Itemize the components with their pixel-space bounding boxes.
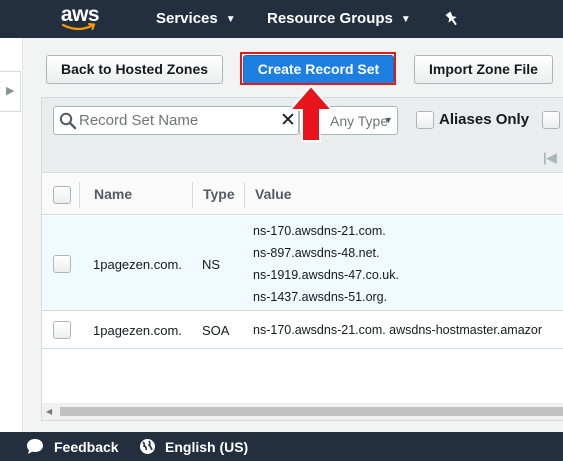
annotation-arrow-icon (288, 84, 334, 142)
select-all-checkbox[interactable] (53, 186, 71, 204)
table-row[interactable]: 1pagezen.com. SOA ns-170.awsdns-21.com. … (42, 312, 563, 349)
aliases-only-checkbox[interactable] (416, 111, 434, 129)
record-name: 1pagezen.com. (93, 323, 182, 338)
chevron-down-icon: ▼ (400, 14, 411, 25)
search-placeholder: Record Set Name (79, 112, 199, 129)
resource-groups-label: Resource Groups (267, 10, 393, 27)
top-nav: aws Services ▼ Resource Groups ▼ (0, 0, 563, 38)
horizontal-scrollbar[interactable]: ◀ (42, 403, 563, 420)
table-header: Name Type Value (42, 174, 563, 215)
import-zone-file-button[interactable]: Import Zone File (414, 55, 553, 84)
row-checkbox[interactable] (53, 321, 71, 339)
footer: Feedback English (US) (0, 432, 563, 461)
chevron-down-icon: ▼ (225, 14, 236, 25)
column-header-name[interactable]: Name (94, 186, 132, 202)
record-value-line: ns-1437.awsdns-51.org. (253, 290, 388, 304)
services-menu[interactable]: Services ▼ (156, 0, 236, 38)
column-header-type[interactable]: Type (203, 186, 235, 202)
language-selector[interactable]: English (US) (165, 439, 248, 455)
globe-icon (140, 439, 155, 454)
caret-down-icon: ▼ (384, 115, 393, 125)
expand-sidebar-toggle[interactable]: ▶ (0, 71, 21, 112)
record-value-line: ns-1919.awsdns-47.co.uk. (253, 268, 399, 282)
column-divider (244, 182, 245, 208)
resource-groups-menu[interactable]: Resource Groups ▼ (267, 0, 411, 38)
search-icon (59, 112, 77, 130)
column-header-value[interactable]: Value (255, 186, 292, 202)
type-filter-value: Any Type (330, 113, 389, 129)
back-to-hosted-zones-button[interactable]: Back to Hosted Zones (46, 55, 223, 84)
record-name: 1pagezen.com. (93, 257, 182, 272)
weighted-only-checkbox[interactable] (542, 111, 560, 129)
table-row[interactable]: 1pagezen.com. NS ns-170.awsdns-21.com. n… (42, 216, 563, 311)
column-divider (192, 182, 193, 208)
record-value-line: ns-170.awsdns-21.com. awsdns-hostmaster.… (253, 323, 543, 337)
row-checkbox[interactable] (53, 255, 71, 273)
services-label: Services (156, 10, 218, 27)
record-type: NS (202, 257, 221, 272)
search-input[interactable]: Record Set Name ✕ (53, 106, 299, 135)
aws-logo[interactable]: aws (58, 3, 102, 33)
chevron-right-icon: ▶ (6, 85, 15, 97)
feedback-link[interactable]: Feedback (54, 439, 119, 455)
scrollbar-thumb[interactable] (60, 407, 563, 416)
record-sets-panel: Record Set Name ✕ Any Type ▼ Aliases Onl… (41, 97, 563, 421)
record-value-line: ns-170.awsdns-21.com. (253, 224, 386, 238)
speech-bubble-icon (27, 439, 43, 454)
aliases-only-label[interactable]: Aliases Only (439, 111, 529, 128)
highlight-box (240, 52, 396, 85)
aws-smile-icon (62, 23, 96, 31)
pin-icon[interactable] (444, 11, 460, 27)
record-type: SOA (202, 323, 230, 338)
record-value-line: ns-897.awsdns-48.net. (253, 246, 380, 260)
first-page-icon[interactable]: |◀ (543, 150, 557, 166)
column-divider (79, 182, 80, 208)
scroll-left-icon[interactable]: ◀ (46, 407, 52, 416)
